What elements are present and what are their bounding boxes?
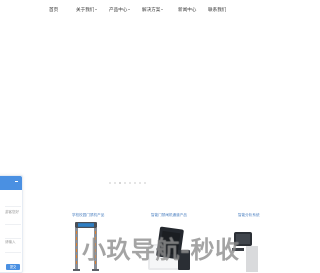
nav-item-products[interactable]: 产品中心 (109, 8, 131, 14)
divider (5, 252, 21, 253)
nav-item-home[interactable]: 首页 (49, 8, 58, 14)
nav-item-contact[interactable]: 联系我们 (208, 8, 226, 14)
product-title[interactable]: 智能分析系统 (238, 213, 260, 218)
panel-input[interactable]: 请输入 (5, 240, 16, 245)
divider (5, 238, 21, 239)
chevron-down-icon (161, 9, 164, 10)
panel-greeting: 游客您好 (5, 210, 19, 214)
watermark-text: 小玖导航-秒收 (82, 236, 240, 264)
divider (5, 206, 21, 207)
top-navbar: 首页 关于我们 产品中心 解决方案 新闻中心 联系我们 (0, 0, 258, 23)
minimize-icon[interactable] (15, 181, 18, 182)
nav-item-about[interactable]: 关于我们 (76, 8, 98, 14)
divider (5, 224, 21, 225)
chevron-down-icon (128, 9, 131, 10)
nav-label: 解决方案 (142, 8, 161, 13)
panel-header (0, 176, 22, 190)
submit-button[interactable]: 提交 (6, 264, 20, 270)
chevron-down-icon (95, 9, 98, 10)
nav-label: 关于我们 (76, 8, 95, 13)
nav-label: 联系我们 (208, 8, 227, 13)
nav-label: 产品中心 (109, 8, 128, 13)
product-title[interactable]: 智能门禁闸机通道产品 (151, 213, 187, 218)
nav-label: 首页 (49, 8, 59, 13)
nav-item-news[interactable]: 新闻中心 (178, 8, 196, 14)
consult-panel: 游客您好 请输入 提交 (0, 175, 23, 273)
product-title[interactable]: 学校校园门禁机产品 (72, 213, 104, 218)
hero-banner (0, 22, 258, 198)
nav-item-solutions[interactable]: 解决方案 (142, 8, 164, 14)
nav-label: 新闻中心 (178, 8, 197, 13)
